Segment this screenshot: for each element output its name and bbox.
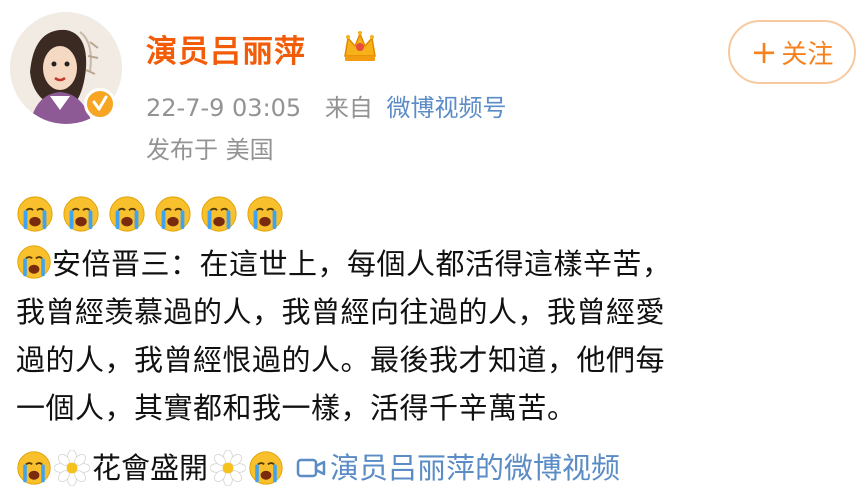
crying-face-icon [155, 196, 191, 232]
follow-button[interactable]: + 关注 [728, 20, 856, 84]
post-line: 一個人，其實都和我一樣，活得千辛萬苦。 [16, 391, 577, 425]
source-link[interactable]: 微博视频号 [386, 94, 506, 122]
crying-face-icon [17, 196, 53, 232]
crown-badge-icon[interactable] [340, 26, 380, 66]
crying-face-icon [247, 196, 283, 232]
post-footer-line: 花會盛開 演员吕丽萍的微博视频 [16, 446, 620, 490]
crying-face-icon [17, 245, 51, 279]
white-flower-icon [54, 450, 90, 486]
post-line: 安倍晋三：在這世上，每個人都活得這樣辛苦， [16, 240, 846, 288]
post-text: 安倍晋三：在這世上，每個人都活得這樣辛苦， 我曾經羡慕過的人，我曾經向往過的人，… [16, 240, 846, 432]
video-link[interactable]: 演员吕丽萍的微博视频 [296, 446, 620, 490]
crying-face-icon [109, 196, 145, 232]
follow-button-label: 关注 [781, 39, 834, 70]
post-line-text: 安倍晋三：在這世上，每個人都活得這樣辛苦， [52, 247, 672, 281]
post-line: 我曾經羡慕過的人，我曾經向往過的人，我曾經愛 [16, 295, 666, 329]
video-link-text: 演员吕丽萍的微博视频 [330, 451, 621, 485]
source-prefix: 来自 [324, 94, 373, 122]
post-meta: 22-7-9 03:05 来自 微博视频号 [146, 88, 506, 123]
post-location: 发布于 美国 [146, 136, 274, 164]
post-line: 過的人，我曾經恨過的人。最後我才知道，他們每 [16, 343, 666, 377]
plus-icon: + [750, 33, 778, 71]
crying-face-icon [201, 196, 237, 232]
emoji-row [16, 195, 284, 233]
post-timestamp: 22-7-9 03:05 [146, 94, 302, 122]
video-link-icon [296, 458, 326, 478]
crying-face-icon [17, 451, 51, 485]
tag-text: 花會盛開 [92, 451, 209, 485]
white-flower-icon [210, 450, 247, 486]
crying-face-icon [63, 196, 99, 232]
crying-face-icon [249, 451, 283, 485]
verified-badge-icon [84, 88, 116, 120]
username[interactable]: 演员吕丽萍 [146, 26, 306, 71]
